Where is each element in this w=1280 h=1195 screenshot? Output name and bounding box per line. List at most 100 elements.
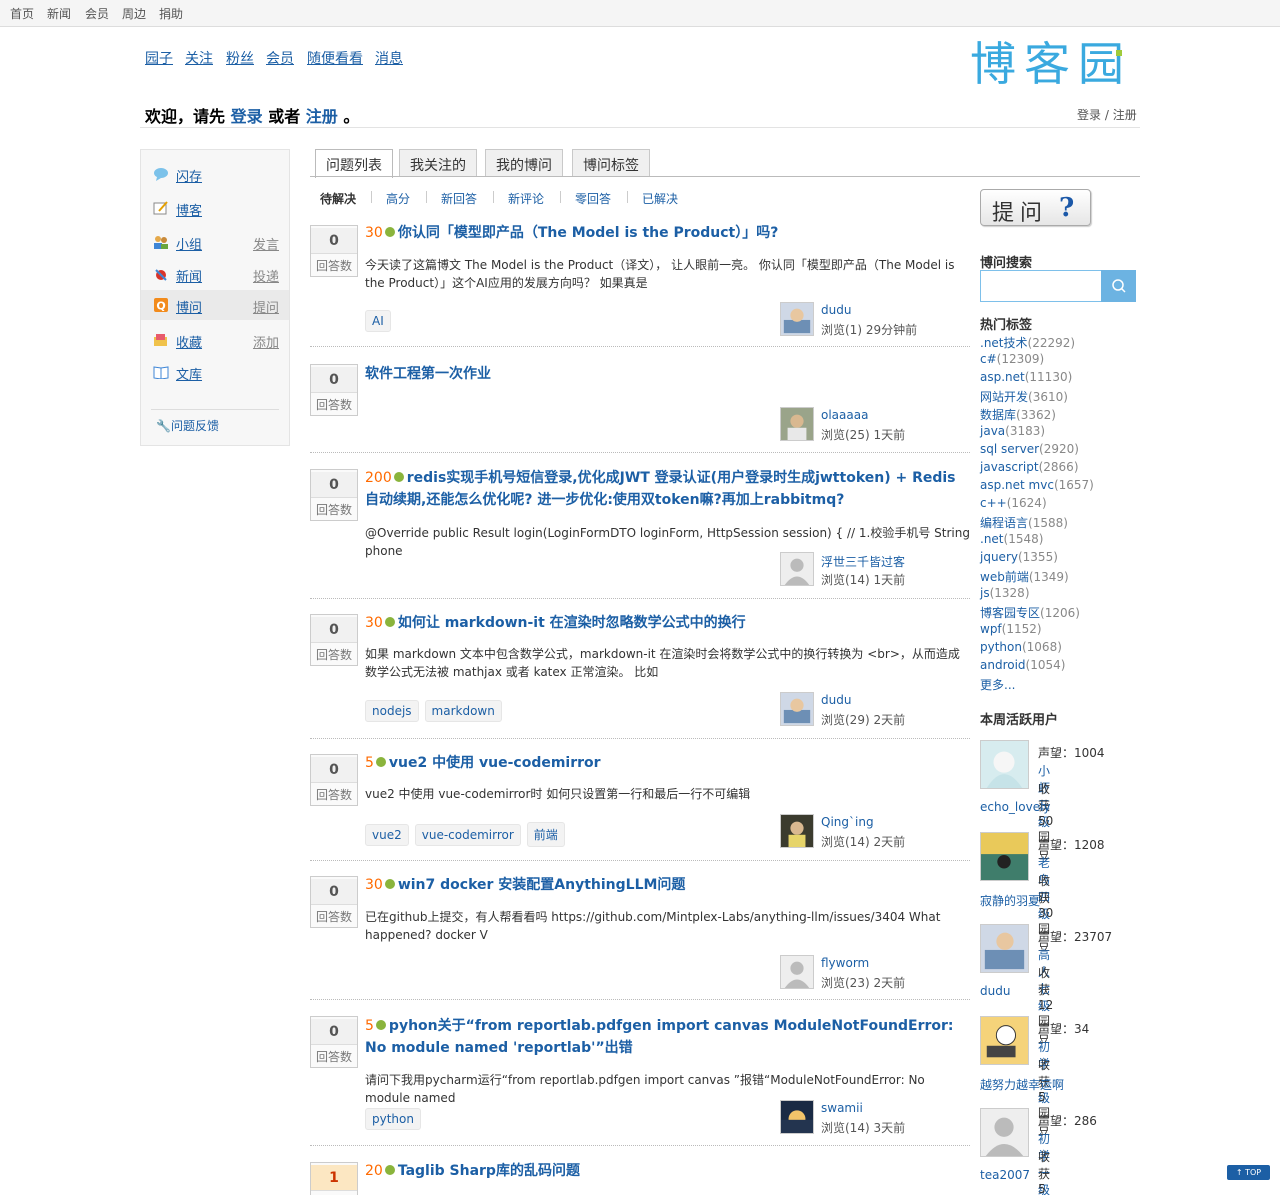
user-name-link[interactable]: flyworm [821, 956, 869, 970]
sidebar-item-news[interactable]: 新闻 投递 [141, 259, 289, 289]
topbar-member-link[interactable]: 会员 [85, 5, 109, 22]
hot-tag-link[interactable]: web前端(1349) [980, 568, 1069, 585]
user-name-link[interactable]: Qing`ing [821, 815, 874, 829]
hot-tag-link[interactable]: 博客园专区(1206) [980, 604, 1080, 621]
question-title[interactable]: 30 如何让 markdown-it 在渲染时忽略数学公式中的换行 [365, 612, 965, 634]
user-avatar[interactable] [980, 740, 1029, 789]
sidebar-action-add[interactable]: 添加 [253, 332, 279, 351]
hot-tag-link[interactable]: js(1328) [980, 586, 1030, 600]
user-name-link[interactable]: 寂静的羽夏 [980, 892, 1040, 909]
default-avatar-icon[interactable] [980, 1108, 1029, 1157]
hot-tag-link[interactable]: 编程语言(1588) [980, 514, 1068, 531]
user-avatar[interactable] [780, 1100, 814, 1134]
user-name-link[interactable]: swamii [821, 1101, 863, 1115]
user-name-link[interactable]: tea2007 [980, 1168, 1030, 1182]
user-name-link[interactable]: 越努力越幸运啊 [980, 1076, 1064, 1093]
sidebar-item-library[interactable]: 文库 [141, 357, 289, 387]
hot-tag-link[interactable]: .net技术(22292) [980, 334, 1075, 351]
question-title[interactable]: 30 win7 docker 安装配置AnythingLLM问题 [365, 874, 965, 896]
topbar-home-link[interactable]: 首页 [10, 5, 34, 22]
tab-question-tags[interactable]: 博问标签 [572, 149, 650, 177]
sidebar-item-question[interactable]: Q 博问 提问 [141, 290, 289, 320]
user-avatar[interactable] [780, 814, 814, 848]
nav-follow-link[interactable]: 关注 [185, 48, 213, 68]
tag-link[interactable]: vue2 [365, 824, 409, 846]
search-button[interactable] [1101, 270, 1136, 302]
question-title[interactable]: 5 vue2 中使用 vue-codemirror [365, 752, 965, 774]
nav-message-link[interactable]: 消息 [375, 48, 403, 68]
tag-link[interactable]: AI [365, 310, 391, 332]
sidebar-item-blog[interactable]: 博客 [141, 193, 289, 223]
user-avatar[interactable] [780, 407, 814, 441]
user-name-link[interactable]: olaaaaa [821, 408, 868, 422]
hot-tag-link[interactable]: java(3183) [980, 424, 1045, 438]
nav-random-link[interactable]: 随便看看 [307, 48, 363, 68]
more-tags-link[interactable]: 更多... [980, 676, 1015, 693]
back-to-top-button[interactable]: ↑ TOP [1227, 1165, 1270, 1180]
user-name-link[interactable]: echo_lovely [980, 800, 1051, 814]
user-avatar[interactable] [780, 302, 814, 336]
topbar-news-link[interactable]: 新闻 [47, 5, 71, 22]
question-title[interactable]: 30 你认同「模型即产品（The Model is the Product）」吗? [365, 222, 965, 244]
filter-new-answer[interactable]: 新回答 [441, 190, 477, 207]
tab-following[interactable]: 我关注的 [399, 149, 477, 177]
filter-high-score[interactable]: 高分 [386, 190, 410, 207]
default-avatar-icon[interactable] [780, 552, 814, 586]
hot-tag-link[interactable]: c#(12309) [980, 352, 1044, 366]
sidebar-item-ing[interactable]: 闪存 [141, 159, 289, 189]
hot-tag-link[interactable]: .net(1548) [980, 532, 1043, 546]
user-name-link[interactable]: dudu [980, 984, 1010, 998]
hot-tag-link[interactable]: javascript(2866) [980, 460, 1079, 474]
hot-tag-link[interactable]: asp.net mvc(1657) [980, 478, 1094, 492]
default-avatar-icon[interactable] [780, 955, 814, 989]
ask-question-button[interactable]: 提问 ? [980, 189, 1091, 226]
tag-link[interactable]: vue-codemirror [414, 824, 521, 846]
user-name-link[interactable]: dudu [821, 303, 851, 317]
nav-garden-link[interactable]: 园子 [145, 48, 173, 68]
user-avatar[interactable] [980, 1016, 1029, 1065]
question-title[interactable]: 软件工程第一次作业 [365, 363, 965, 385]
welcome-login-link[interactable]: 登录 [231, 107, 263, 126]
sidebar-action-post[interactable]: 发言 [253, 234, 279, 253]
topbar-nearby-link[interactable]: 周边 [122, 5, 146, 22]
user-name-link[interactable]: 浮世三千皆过客 [821, 553, 905, 570]
hot-tag-link[interactable]: sql server(2920) [980, 442, 1079, 456]
site-logo[interactable]: 博客园 [966, 36, 1138, 91]
question-title[interactable]: 5 pyhon关于“from reportlab.pdfgen import ca… [365, 1015, 965, 1059]
tag-link[interactable]: python [365, 1108, 421, 1130]
search-input[interactable] [980, 270, 1102, 302]
hot-tag-link[interactable]: asp.net(11130) [980, 370, 1072, 384]
user-avatar[interactable] [780, 692, 814, 726]
tab-question-list[interactable]: 问题列表 [315, 149, 393, 178]
filter-zero-answer[interactable]: 零回答 [575, 190, 611, 207]
user-avatar[interactable] [980, 924, 1029, 973]
sidebar-action-ask[interactable]: 提问 [253, 297, 279, 316]
nav-fans-link[interactable]: 粉丝 [226, 48, 254, 68]
question-title[interactable]: 200 redis实现手机号短信登录,优化成JWT 登录认证(用户登录时生成jwt… [365, 467, 965, 511]
hot-tag-link[interactable]: 数据库(3362) [980, 406, 1056, 423]
hot-tag-link[interactable]: jquery(1355) [980, 550, 1058, 564]
header-register-link[interactable]: 注册 [1113, 108, 1137, 122]
tag-link[interactable]: nodejs [365, 700, 419, 722]
welcome-register-link[interactable]: 注册 [306, 107, 338, 126]
tag-link[interactable]: markdown [424, 700, 502, 722]
hot-tag-link[interactable]: 网站开发(3610) [980, 388, 1068, 405]
filter-solved[interactable]: 已解决 [642, 190, 678, 207]
tab-my-questions[interactable]: 我的博问 [485, 149, 563, 177]
nav-member-link[interactable]: 会员 [266, 48, 294, 68]
question-title[interactable]: 20 Taglib Sharp库的乱码问题 [365, 1160, 965, 1182]
header-login-link[interactable]: 登录 [1077, 108, 1101, 122]
sidebar-item-group[interactable]: 小组 发言 [141, 227, 289, 257]
feedback-link[interactable]: 🔧问题反馈 [156, 417, 219, 434]
tag-link[interactable]: 前端 [526, 822, 565, 847]
hot-tag-link[interactable]: android(1054) [980, 658, 1065, 672]
sidebar-action-submit[interactable]: 投递 [253, 266, 279, 285]
hot-tag-link[interactable]: c++(1624) [980, 496, 1047, 510]
hot-tag-link[interactable]: python(1068) [980, 640, 1062, 654]
user-avatar[interactable] [980, 832, 1029, 881]
hot-tag-link[interactable]: wpf(1152) [980, 622, 1042, 636]
sidebar-item-collect[interactable]: 收藏 添加 [141, 325, 289, 355]
filter-new-comment[interactable]: 新评论 [508, 190, 544, 207]
filter-unsolved[interactable]: 待解决 [320, 190, 356, 207]
user-name-link[interactable]: dudu [821, 693, 851, 707]
